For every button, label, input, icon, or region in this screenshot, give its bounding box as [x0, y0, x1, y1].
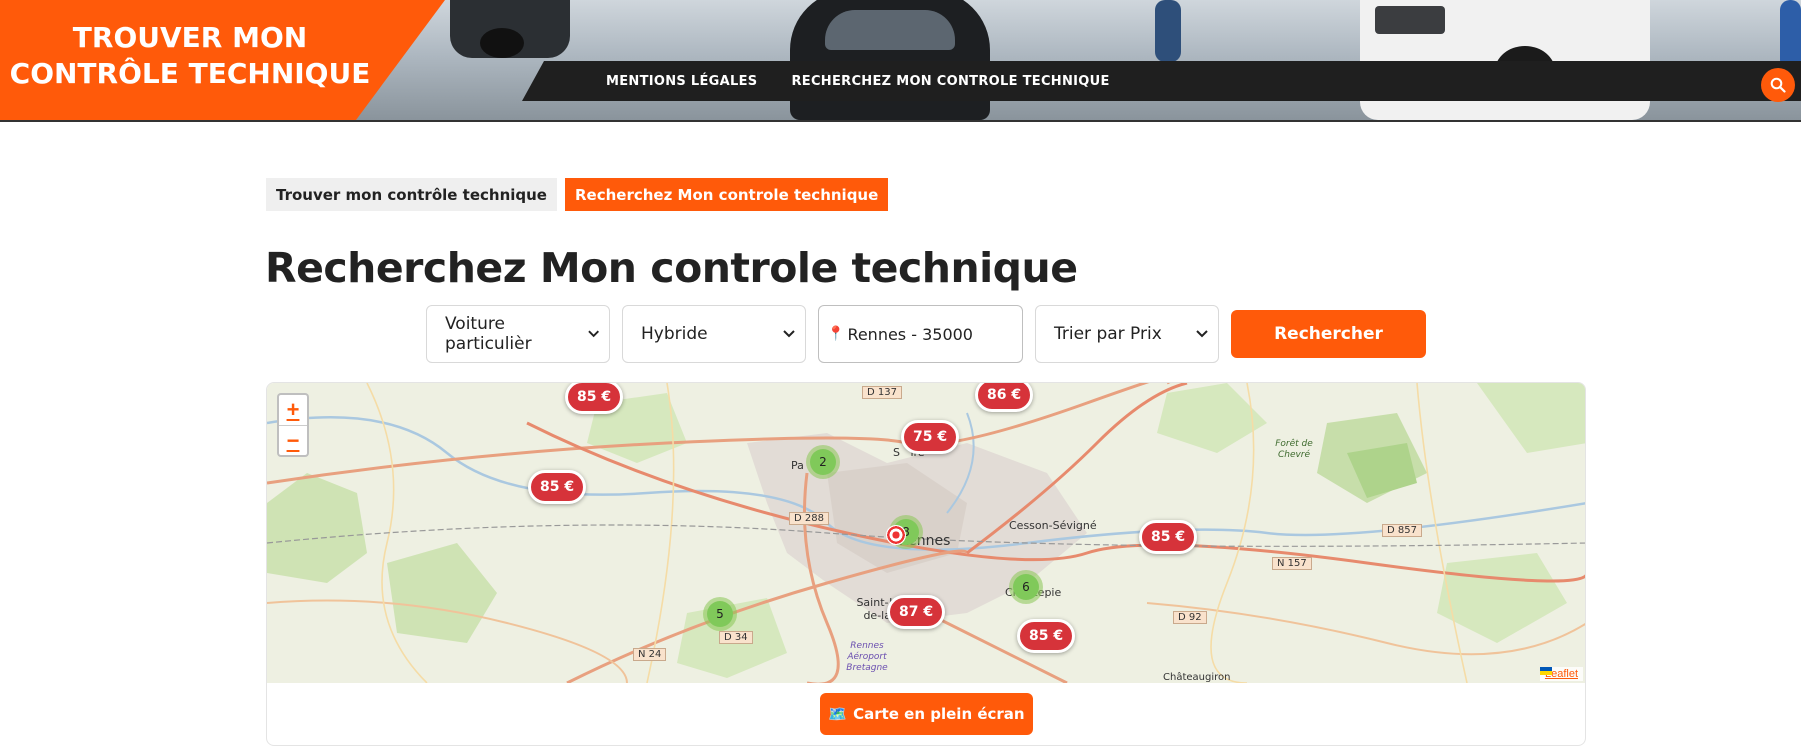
site-header: TROUVER MON CONTRÔLE TECHNIQUE MENTIONS … — [0, 0, 1801, 122]
map-zoom-control: + − — [277, 393, 309, 457]
place-label-cesson: Cesson-Sévigné — [1009, 519, 1097, 532]
map-icon: 🗺️ — [828, 705, 848, 723]
banner-lift-pillar — [1780, 0, 1801, 70]
search-filters: Voiture particulièr Hybride 📍 Rennes - 3… — [426, 305, 1426, 363]
header-search-button[interactable] — [1761, 68, 1795, 102]
banner-van-grill — [1375, 6, 1445, 34]
place-label-chateaugiron: Châteaugiron — [1163, 672, 1231, 683]
price-marker[interactable]: 75 € — [901, 420, 960, 454]
fullscreen-map-label: Carte en plein écran — [853, 705, 1025, 723]
cluster-count: 2 — [810, 449, 836, 475]
zoom-in-button[interactable]: + — [279, 395, 307, 425]
map-view[interactable]: Rennes Cesson-Sévigné Chantepie Saint-Ja… — [267, 383, 1585, 683]
vehicle-type-value: Voiture particulièr — [445, 314, 532, 354]
breadcrumb-current: Recherchez Mon controle technique — [564, 178, 889, 211]
nav-item-mentions-legales[interactable]: MENTIONS LÉGALES — [606, 74, 757, 89]
cluster-count: 5 — [707, 601, 733, 627]
banner-lift-pillar — [1155, 0, 1181, 62]
sort-value: Trier par Prix — [1054, 324, 1162, 344]
road-label: D 288 — [789, 512, 829, 525]
current-location-target-icon[interactable] — [886, 525, 906, 545]
fullscreen-map-button[interactable]: 🗺️ Carte en plein écran — [820, 693, 1033, 735]
zoom-out-button[interactable]: − — [279, 425, 307, 455]
main-nav: MENTIONS LÉGALES RECHERCHEZ MON CONTROLE… — [606, 61, 1110, 101]
marker-cluster[interactable]: 2 — [806, 445, 840, 479]
road-label: N 157 — [1272, 557, 1312, 570]
price-marker[interactable]: 87 € — [887, 595, 946, 629]
banner-wheel-shape — [480, 28, 524, 58]
banner-windshield-shape — [825, 10, 955, 50]
road-label: D 857 — [1382, 524, 1422, 537]
logo-line-1: TROUVER MON — [72, 21, 308, 54]
map-card: Rennes Cesson-Sévigné Chantepie Saint-Ja… — [266, 382, 1586, 746]
fuel-type-select[interactable]: Hybride — [622, 305, 806, 363]
site-logo[interactable]: TROUVER MON CONTRÔLE TECHNIQUE — [0, 20, 380, 92]
place-label-pa: Pa — [791, 459, 804, 472]
place-label-foret: Forêt de Chevré — [1275, 439, 1313, 460]
chevron-down-icon — [588, 330, 599, 338]
road-label: D 92 — [1173, 611, 1207, 624]
price-marker[interactable]: 85 € — [528, 470, 587, 504]
chevron-down-icon — [1196, 330, 1208, 338]
ukraine-flag-icon — [1539, 667, 1552, 675]
marker-cluster[interactable]: 5 — [703, 597, 737, 631]
vehicle-type-select[interactable]: Voiture particulièr — [426, 305, 610, 363]
price-marker[interactable]: 85 € — [1139, 520, 1198, 554]
page-title: Recherchez Mon controle technique — [265, 244, 1078, 292]
breadcrumb: Trouver mon contrôle technique Recherche… — [266, 178, 889, 211]
road-label: N 24 — [633, 648, 667, 661]
search-submit-button[interactable]: Rechercher — [1231, 310, 1426, 358]
map-attribution: Leaflet — [1539, 667, 1583, 681]
cluster-count: 6 — [1013, 574, 1039, 600]
price-marker[interactable]: 85 € — [565, 383, 624, 414]
fuel-type-value: Hybride — [641, 324, 708, 344]
logo-line-2: CONTRÔLE TECHNIQUE — [9, 57, 371, 90]
location-value: Rennes - 35000 — [847, 324, 973, 344]
road-label: D 34 — [719, 631, 753, 644]
breadcrumb-home[interactable]: Trouver mon contrôle technique — [266, 178, 557, 211]
chevron-down-icon — [783, 330, 795, 338]
search-icon — [1770, 77, 1786, 93]
price-marker[interactable]: 85 € — [1017, 619, 1076, 653]
marker-cluster[interactable]: 6 — [1009, 570, 1043, 604]
road-label: D 137 — [862, 386, 902, 399]
location-pin-icon: 📍 — [827, 326, 845, 342]
price-marker[interactable]: 86 € — [975, 383, 1034, 412]
location-input[interactable]: 📍 Rennes - 35000 — [818, 305, 1023, 363]
place-label-aeroport: Rennes Aéroport Bretagne — [846, 641, 888, 673]
sort-select[interactable]: Trier par Prix — [1035, 305, 1219, 363]
nav-item-recherchez[interactable]: RECHERCHEZ MON CONTROLE TECHNIQUE — [791, 74, 1109, 89]
